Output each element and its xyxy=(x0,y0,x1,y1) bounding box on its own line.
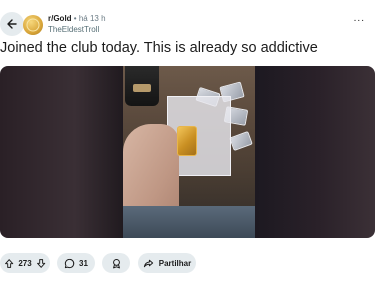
action-bar: 273 31 Partilhar xyxy=(0,253,375,273)
comment-count: 31 xyxy=(79,258,88,268)
vote-control: 273 xyxy=(0,253,50,273)
cloth-shape xyxy=(123,206,255,238)
jar-shape xyxy=(125,66,159,106)
subreddit-avatar[interactable] xyxy=(23,15,43,35)
post-media[interactable] xyxy=(0,66,375,238)
post-title: Joined the club today. This is already s… xyxy=(0,40,318,56)
post-author[interactable]: TheEldestTroll xyxy=(48,25,99,35)
more-options-button[interactable]: ... xyxy=(354,14,365,24)
arrow-left-icon xyxy=(7,19,17,29)
downvote-icon[interactable] xyxy=(36,258,46,269)
gold-coin-icon xyxy=(26,18,40,32)
back-button[interactable] xyxy=(0,12,24,36)
comments-button[interactable]: 31 xyxy=(57,253,95,273)
share-label: Partilhar xyxy=(158,258,192,268)
post-meta: r/Gold • há 13 h xyxy=(48,14,106,24)
post-image xyxy=(123,66,255,238)
award-icon xyxy=(112,258,120,268)
award-button[interactable] xyxy=(102,253,130,273)
upvote-icon[interactable] xyxy=(4,258,14,269)
share-icon xyxy=(143,259,153,267)
subreddit-name[interactable]: r/Gold xyxy=(48,14,72,23)
comment-icon xyxy=(64,258,75,268)
post-page: r/Gold • há 13 h TheEldestTroll ... Join… xyxy=(0,0,375,281)
vote-count: 273 xyxy=(18,258,32,268)
share-button[interactable]: Partilhar xyxy=(138,253,196,273)
post-time: há 13 h xyxy=(78,14,106,23)
gold-bar xyxy=(177,126,197,156)
meta-separator: • xyxy=(73,14,77,23)
